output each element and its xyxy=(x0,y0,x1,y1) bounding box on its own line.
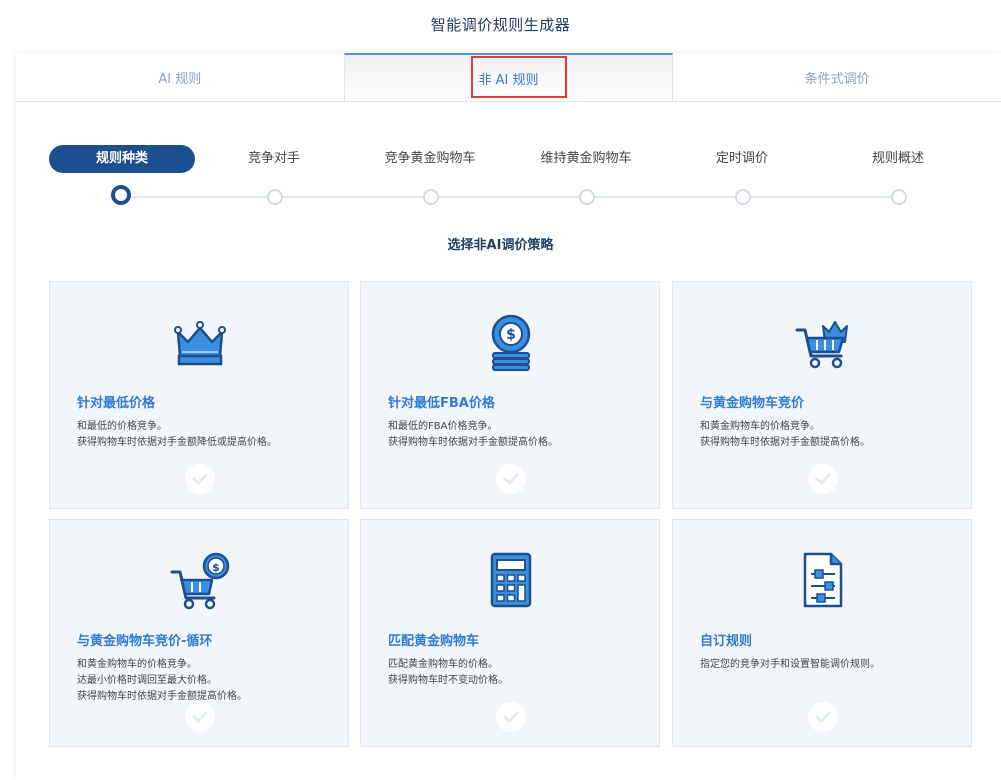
crown-cart-icon xyxy=(793,312,853,372)
step-dot xyxy=(579,189,595,205)
card-desc-line: 获得购物车时依据对手金额提高价格。 xyxy=(77,691,247,702)
card-description: 和最低的FBA价格竞争。 获得购物车时依据对手金额提高价格。 xyxy=(388,419,558,451)
card-description: 指定您的竞争对手和设置智能调价规则。 xyxy=(700,657,880,673)
dollar-coin-icon: $ xyxy=(481,312,541,372)
card-description: 和最低的价格竞争。 获得购物车时依据对手金额降低或提高价格。 xyxy=(77,419,277,451)
check-icon xyxy=(496,464,526,494)
card-title: 针对最低FBA价格 xyxy=(388,396,495,411)
step-competitors[interactable]: 竞争对手 xyxy=(196,145,352,215)
check-icon xyxy=(185,464,215,494)
strategy-card-compete-buybox[interactable]: 与黄金购物车竞价 和黄金购物车的价格竞争。 获得购物车时依据对手金额提高价格。 xyxy=(672,281,972,509)
card-desc-line: 指定您的竞争对手和设置智能调价规则。 xyxy=(700,659,880,670)
step-compete-buybox[interactable]: 竞争黄金购物车 xyxy=(352,145,508,215)
step-rule-type[interactable]: 规则种类 xyxy=(40,145,196,215)
section-subtitle: 选择非AI调价策略 xyxy=(447,238,554,253)
card-desc-line: 和最低的价格竞争。 xyxy=(77,421,167,432)
card-title: 匹配黄金购物车 xyxy=(388,634,480,649)
step-label: 竞争对手 xyxy=(247,151,300,166)
crown-icon xyxy=(170,312,230,372)
card-desc-line: 获得购物车时依据对手金额提高价格。 xyxy=(700,437,870,448)
strategy-card-lowest-price[interactable]: 针对最低价格 和最低的价格竞争。 获得购物车时依据对手金额降低或提高价格。 xyxy=(49,281,349,509)
cart-dollar-icon: $ xyxy=(170,550,230,610)
card-title: 针对最低价格 xyxy=(77,396,156,411)
card-title: 自订规则 xyxy=(700,634,753,649)
step-label: 规则概述 xyxy=(871,151,924,166)
card-desc-line: 获得购物车时依据对手金额提高价格。 xyxy=(388,437,558,448)
step-dot xyxy=(423,189,439,205)
strategy-card-compete-buybox-loop[interactable]: $ 与黄金购物车竞价-循环 和黄金购物车的价格竞争。 达最小价格时调回至最大价格… xyxy=(49,519,349,747)
page-title: 智能调价规则生成器 xyxy=(430,16,571,34)
step-dot xyxy=(267,189,283,205)
step-scheduled-pricing[interactable]: 定时调价 xyxy=(664,145,820,215)
step-keep-buybox[interactable]: 维持黄金购物车 xyxy=(508,145,664,215)
step-label: 规则种类 xyxy=(49,145,195,173)
card-desc-line: 匹配黄金购物车的价格。 xyxy=(388,659,498,670)
strategy-card-custom-rule[interactable]: 自订规则 指定您的竞争对手和设置智能调价规则。 xyxy=(672,519,972,747)
card-desc-line: 达最小价格时调回至最大价格。 xyxy=(77,675,217,686)
tab-non-ai-rules[interactable]: 非 AI 规则 xyxy=(343,53,674,101)
strategy-card-match-buybox[interactable]: 匹配黄金购物车 匹配黄金购物车的价格。 获得购物车时不变动价格。 xyxy=(360,519,660,747)
step-label: 定时调价 xyxy=(715,151,768,166)
card-desc-line: 和黄金购物车的价格竞争。 xyxy=(700,421,820,432)
step-rule-summary[interactable]: 规则概述 xyxy=(820,145,976,215)
step-dot xyxy=(891,189,907,205)
check-icon xyxy=(808,464,838,494)
step-label: 维持黄金购物车 xyxy=(540,151,632,166)
tab-conditional-pricing[interactable]: 条件式调价 xyxy=(673,53,1001,101)
calculator-icon xyxy=(481,550,541,610)
step-dot xyxy=(735,189,751,205)
card-title: 与黄金购物车竞价 xyxy=(700,396,805,411)
tab-ai-rules[interactable]: AI 规则 xyxy=(16,53,344,101)
strategy-card-lowest-fba-price[interactable]: $ 针对最低FBA价格 和最低的FBA价格竞争。 获得购物车时依据对手金额提高价… xyxy=(360,281,660,509)
step-dot xyxy=(111,185,131,205)
card-description: 和黄金购物车的价格竞争。 获得购物车时依据对手金额提高价格。 xyxy=(700,419,870,451)
card-desc-line: 获得购物车时依据对手金额降低或提高价格。 xyxy=(77,437,277,448)
svg-text:$: $ xyxy=(212,561,220,574)
card-desc-line: 和黄金购物车的价格竞争。 xyxy=(77,659,197,670)
document-settings-icon xyxy=(793,550,853,610)
check-icon xyxy=(185,702,215,732)
card-title: 与黄金购物车竞价-循环 xyxy=(77,634,213,649)
check-icon xyxy=(496,702,526,732)
card-description: 和黄金购物车的价格竞争。 达最小价格时调回至最大价格。 获得购物车时依据对手金额… xyxy=(77,657,247,705)
step-progress: 规则种类 竞争对手 竞争黄金购物车 维持黄金购物车 定时调价 规则概述 xyxy=(40,145,980,215)
card-description: 匹配黄金购物车的价格。 获得购物车时不变动价格。 xyxy=(388,657,508,689)
card-desc-line: 和最低的FBA价格竞争。 xyxy=(388,421,498,432)
svg-text:$: $ xyxy=(506,327,516,343)
rule-type-tabs: AI 规则 非 AI 规则 条件式调价 xyxy=(16,53,1001,102)
check-icon xyxy=(808,702,838,732)
step-label: 竞争黄金购物车 xyxy=(384,151,476,166)
card-desc-line: 获得购物车时不变动价格。 xyxy=(388,675,508,686)
